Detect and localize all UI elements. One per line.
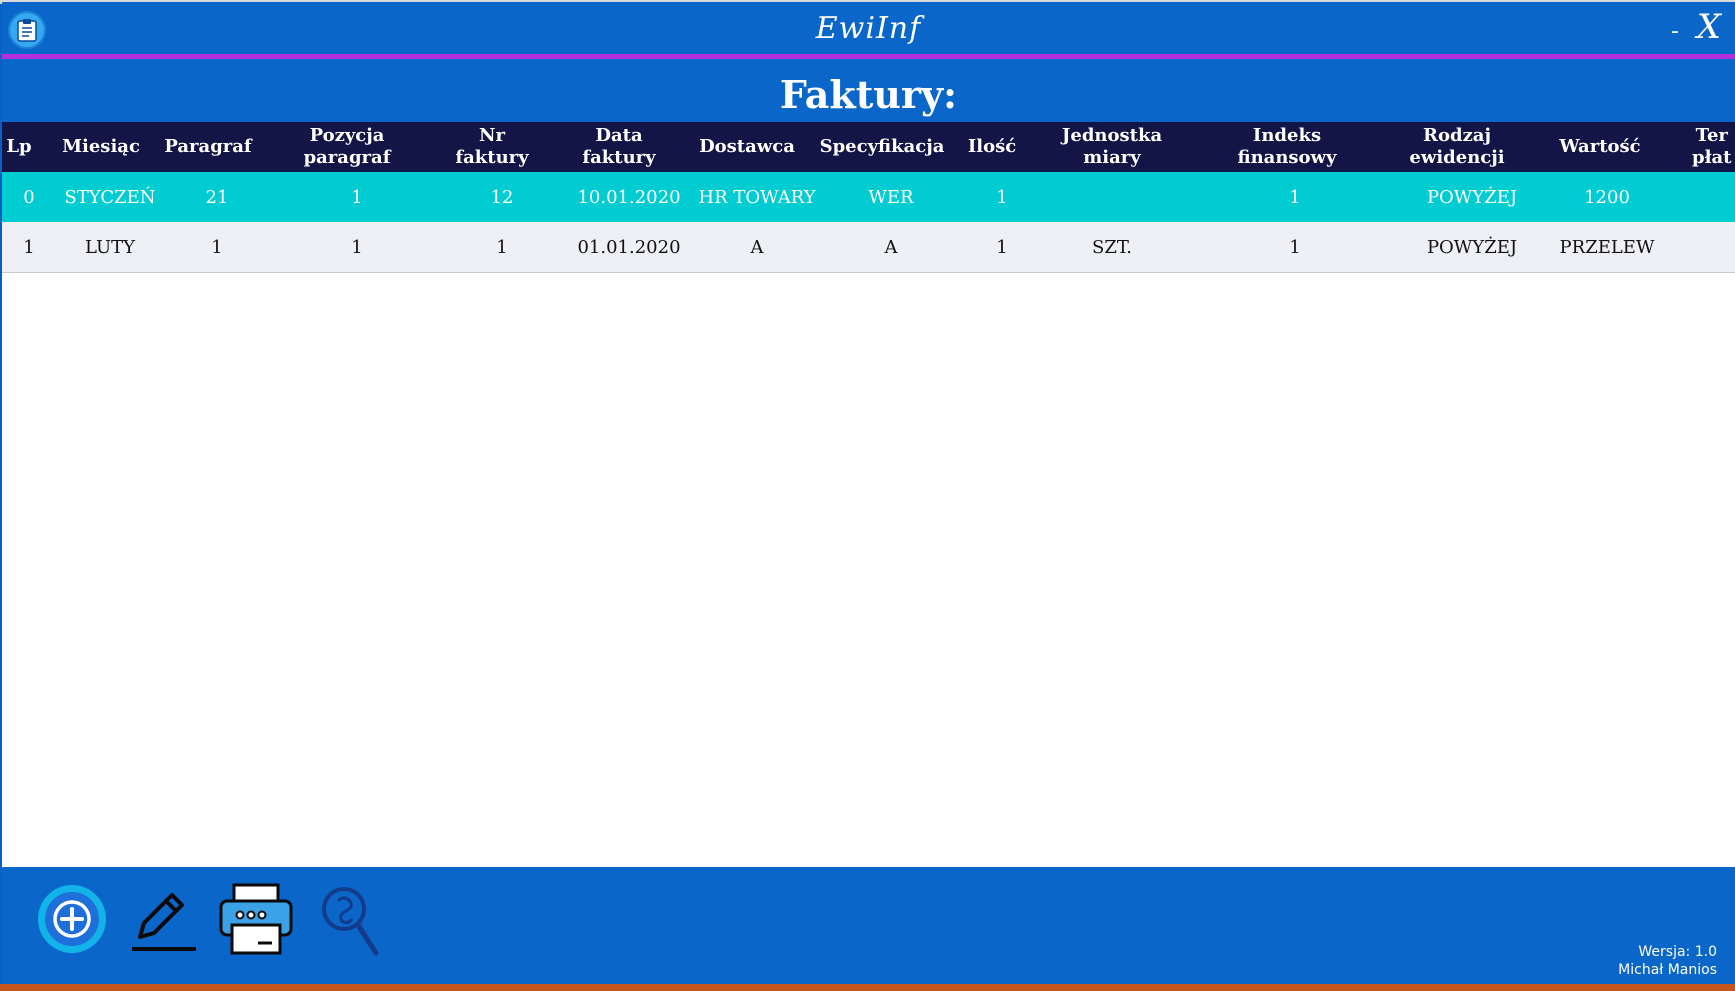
cell-paragraph: 21 [205,186,229,208]
edit-button[interactable] [128,883,200,955]
plus-circle-icon [38,885,106,953]
cell-finance-index: 1 [1289,186,1301,208]
cell-quantity: 1 [996,186,1008,208]
column-header-quantity[interactable]: Ilość [962,122,1022,172]
cell-paragraph-position: 1 [351,236,363,258]
invoice-table[interactable]: Lp Miesiąc Paragraf Pozycja paragraf Nr … [2,122,1735,867]
cell-lp: 0 [23,186,35,208]
cell-supplier: HR TOWARY [698,186,816,208]
cell-payment-term [1692,222,1732,272]
column-header-unit[interactable]: Jednostka miary [1052,122,1172,172]
bottom-toolbar: Wersja: 1.0 Michał Manios [2,867,1735,985]
cell-invoice-date: 01.01.2020 [577,236,681,258]
cell-invoice-number: 12 [490,186,514,208]
accent-divider [2,54,1735,59]
column-header-payment-term[interactable]: Ter płat [1692,122,1735,172]
app-title: EwiInf [815,11,922,46]
cell-finance-index: 1 [1289,236,1301,258]
cell-lp: 1 [23,236,35,258]
search-button[interactable] [320,883,392,956]
table-row[interactable]: 0 STYCZEŃ 21 1 12 10.01.2020 HR TOWARY W… [2,172,1735,223]
cell-month: STYCZEŃ [64,186,156,208]
column-header-specification[interactable]: Specyfikacja [817,122,947,172]
minimize-button[interactable]: - [1671,19,1679,44]
cell-value: PRZELEW [1559,236,1655,258]
column-header-record-type[interactable]: Rodzaj ewidencji [1402,122,1512,172]
cell-specification: WER [868,186,914,208]
column-header-invoice-number[interactable]: Nr faktury [442,122,542,172]
page-title: Faktury: [779,72,958,117]
cell-month: LUTY [84,236,136,258]
add-button[interactable] [36,883,108,955]
pencil-icon [132,893,196,951]
cell-paragraph-position: 1 [351,186,363,208]
version-info: Wersja: 1.0 Michał Manios [1618,943,1717,979]
cell-specification: A [884,236,898,258]
column-header-finance-index[interactable]: Indeks finansowy [1227,122,1347,172]
print-button[interactable] [218,883,293,955]
column-header-paragraph[interactable]: Paragraf [160,122,256,172]
author-label: Michał Manios [1618,962,1717,978]
magnifier-icon [322,887,379,956]
taskbar-strip [0,984,1735,991]
column-header-value[interactable]: Wartość [1552,122,1648,172]
cell-unit [1052,172,1172,222]
cell-quantity: 1 [996,236,1008,258]
column-header-paragraph-position[interactable]: Pozycja paragraf [292,122,402,172]
close-button[interactable]: X [1697,7,1721,47]
table-row[interactable]: 1 LUTY 1 1 1 01.01.2020 A A 1 SZT. 1 POW… [2,222,1735,273]
cell-invoice-date: 10.01.2020 [577,186,681,208]
column-header-invoice-date[interactable]: Data faktury [569,122,669,172]
printer-icon [219,883,293,955]
column-header-month[interactable]: Miesiąc [52,122,150,172]
version-label: Wersja: 1.0 [1638,944,1717,960]
cell-invoice-number: 1 [496,236,508,258]
cell-record-type: POWYŻEJ [1426,236,1518,258]
table-header: Lp Miesiąc Paragraf Pozycja paragraf Nr … [2,122,1735,172]
cell-paragraph: 1 [211,236,223,258]
column-header-supplier[interactable]: Dostawca [695,122,799,172]
cell-supplier: A [750,236,764,258]
cell-payment-term [1692,172,1732,222]
cell-unit: SZT. [1092,236,1132,258]
cell-value: 1200 [1584,186,1630,208]
app-window: EwiInf - X Faktury: Lp Miesiąc Paragraf … [2,2,1735,985]
title-bar: EwiInf - X [2,5,1735,53]
cell-record-type: POWYŻEJ [1426,186,1518,208]
column-header-lp[interactable]: Lp [2,122,36,172]
